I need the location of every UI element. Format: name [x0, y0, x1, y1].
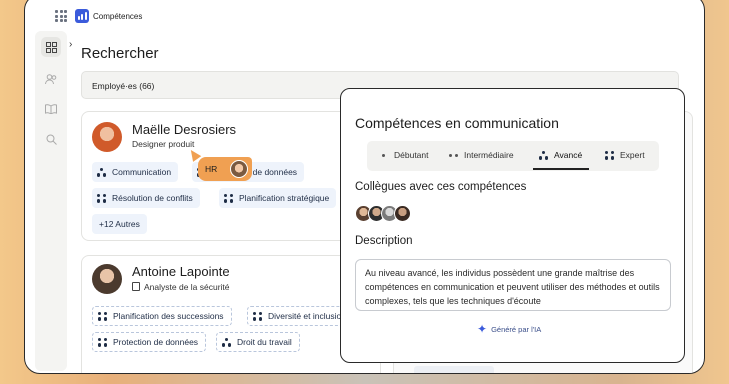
employee-role: Designer produit — [132, 139, 195, 149]
skill-label: Planification stratégique — [239, 193, 330, 203]
level-intermediaire[interactable]: Intermédiaire — [449, 150, 514, 160]
triangle-dots-icon — [539, 150, 548, 160]
hr-label: HR — [205, 164, 218, 174]
skill-label: Diversité et inclusion — [268, 311, 346, 321]
level-label: Expert — [620, 150, 645, 160]
four-dots-icon — [605, 150, 614, 160]
skill-chip[interactable]: Droit du travail — [216, 332, 300, 352]
one-dot-icon — [379, 151, 388, 160]
top-bar: Compétences — [25, 1, 704, 31]
app-logo-icon — [75, 9, 89, 23]
colleague-avatars[interactable] — [355, 205, 411, 222]
level-label: Intermédiaire — [464, 150, 514, 160]
level-selector: Débutant Intermédiaire Avancé Expert — [367, 141, 659, 171]
triangle-dots-icon — [222, 337, 231, 347]
skill-chip[interactable]: Planification des successions — [92, 306, 232, 326]
four-dots-icon — [224, 193, 233, 203]
avatar — [230, 160, 248, 178]
users-icon[interactable] — [41, 69, 61, 89]
skill-label: Communication — [112, 167, 172, 177]
description-box[interactable]: Au niveau avancé, les individus possèden… — [355, 259, 671, 311]
hr-cursor-tag: HR — [198, 157, 252, 181]
description-title: Description — [355, 235, 413, 247]
more-skills-chip[interactable]: +12 Autres — [92, 214, 147, 234]
level-expert[interactable]: Expert — [605, 150, 645, 160]
skill-chip[interactable]: Protection de données — [92, 332, 207, 352]
employee-card[interactable]: Antoine Lapointe Analyste de la sécurité… — [81, 255, 381, 373]
four-dots-icon — [98, 337, 107, 347]
four-dots-icon — [97, 193, 106, 203]
skill-chip[interactable]: Diversité et inclusion — [247, 306, 354, 326]
ai-note-label: Généré par l'IA — [491, 324, 542, 334]
avatar[interactable] — [394, 205, 411, 222]
sidebar — [35, 31, 67, 371]
skill-chip[interactable]: Résolution de conflits — [92, 188, 200, 208]
sparkle-icon: ✦ — [477, 322, 488, 336]
triangle-dots-icon — [97, 167, 106, 177]
app-launcher-icon[interactable] — [55, 10, 67, 22]
four-dots-icon — [253, 311, 262, 321]
app-name: Compétences — [93, 11, 143, 21]
more-skills-label: +12 Autres — [99, 219, 140, 229]
popup-title: Compétences en communication — [355, 115, 559, 131]
level-label: Avancé — [554, 150, 583, 160]
level-avance[interactable]: Avancé — [539, 150, 582, 160]
skill-label: Droit du travail — [237, 337, 292, 347]
employee-name[interactable]: Maëlle Desrosiers — [132, 122, 236, 137]
two-dots-icon — [449, 151, 458, 160]
avatar — [92, 264, 122, 294]
employee-role: Analyste de la sécurité — [144, 282, 230, 292]
level-label: Débutant — [394, 150, 429, 160]
ai-generated-note: ✦ Généré par l'IA — [477, 322, 541, 336]
four-dots-icon — [98, 311, 107, 321]
book-icon[interactable] — [41, 99, 61, 119]
tab-employees[interactable]: Employé·es (66) — [92, 81, 154, 91]
chevron-right-icon[interactable]: › — [69, 39, 72, 50]
skill-label: Planification des successions — [113, 311, 224, 321]
skill-label: Résolution de conflits — [112, 193, 193, 203]
badge-icon — [132, 282, 140, 291]
level-debutant[interactable]: Débutant — [379, 150, 429, 160]
skill-chip[interactable]: Planification stratégique — [219, 188, 337, 208]
avatar — [92, 122, 122, 152]
colleagues-title: Collègues avec ces compétences — [355, 181, 527, 193]
page-title: Rechercher — [81, 45, 159, 62]
active-level-indicator — [533, 168, 589, 170]
skill-detail-popup: Compétences en communication Débutant In… — [340, 88, 685, 363]
placeholder-bar — [414, 366, 494, 373]
employee-name[interactable]: Antoine Lapointe — [132, 264, 230, 279]
skill-chip[interactable]: Communication — [92, 162, 179, 182]
dashboard-icon[interactable] — [41, 37, 61, 57]
search-icon[interactable] — [41, 129, 61, 149]
skill-label: Protection de données — [113, 337, 199, 347]
